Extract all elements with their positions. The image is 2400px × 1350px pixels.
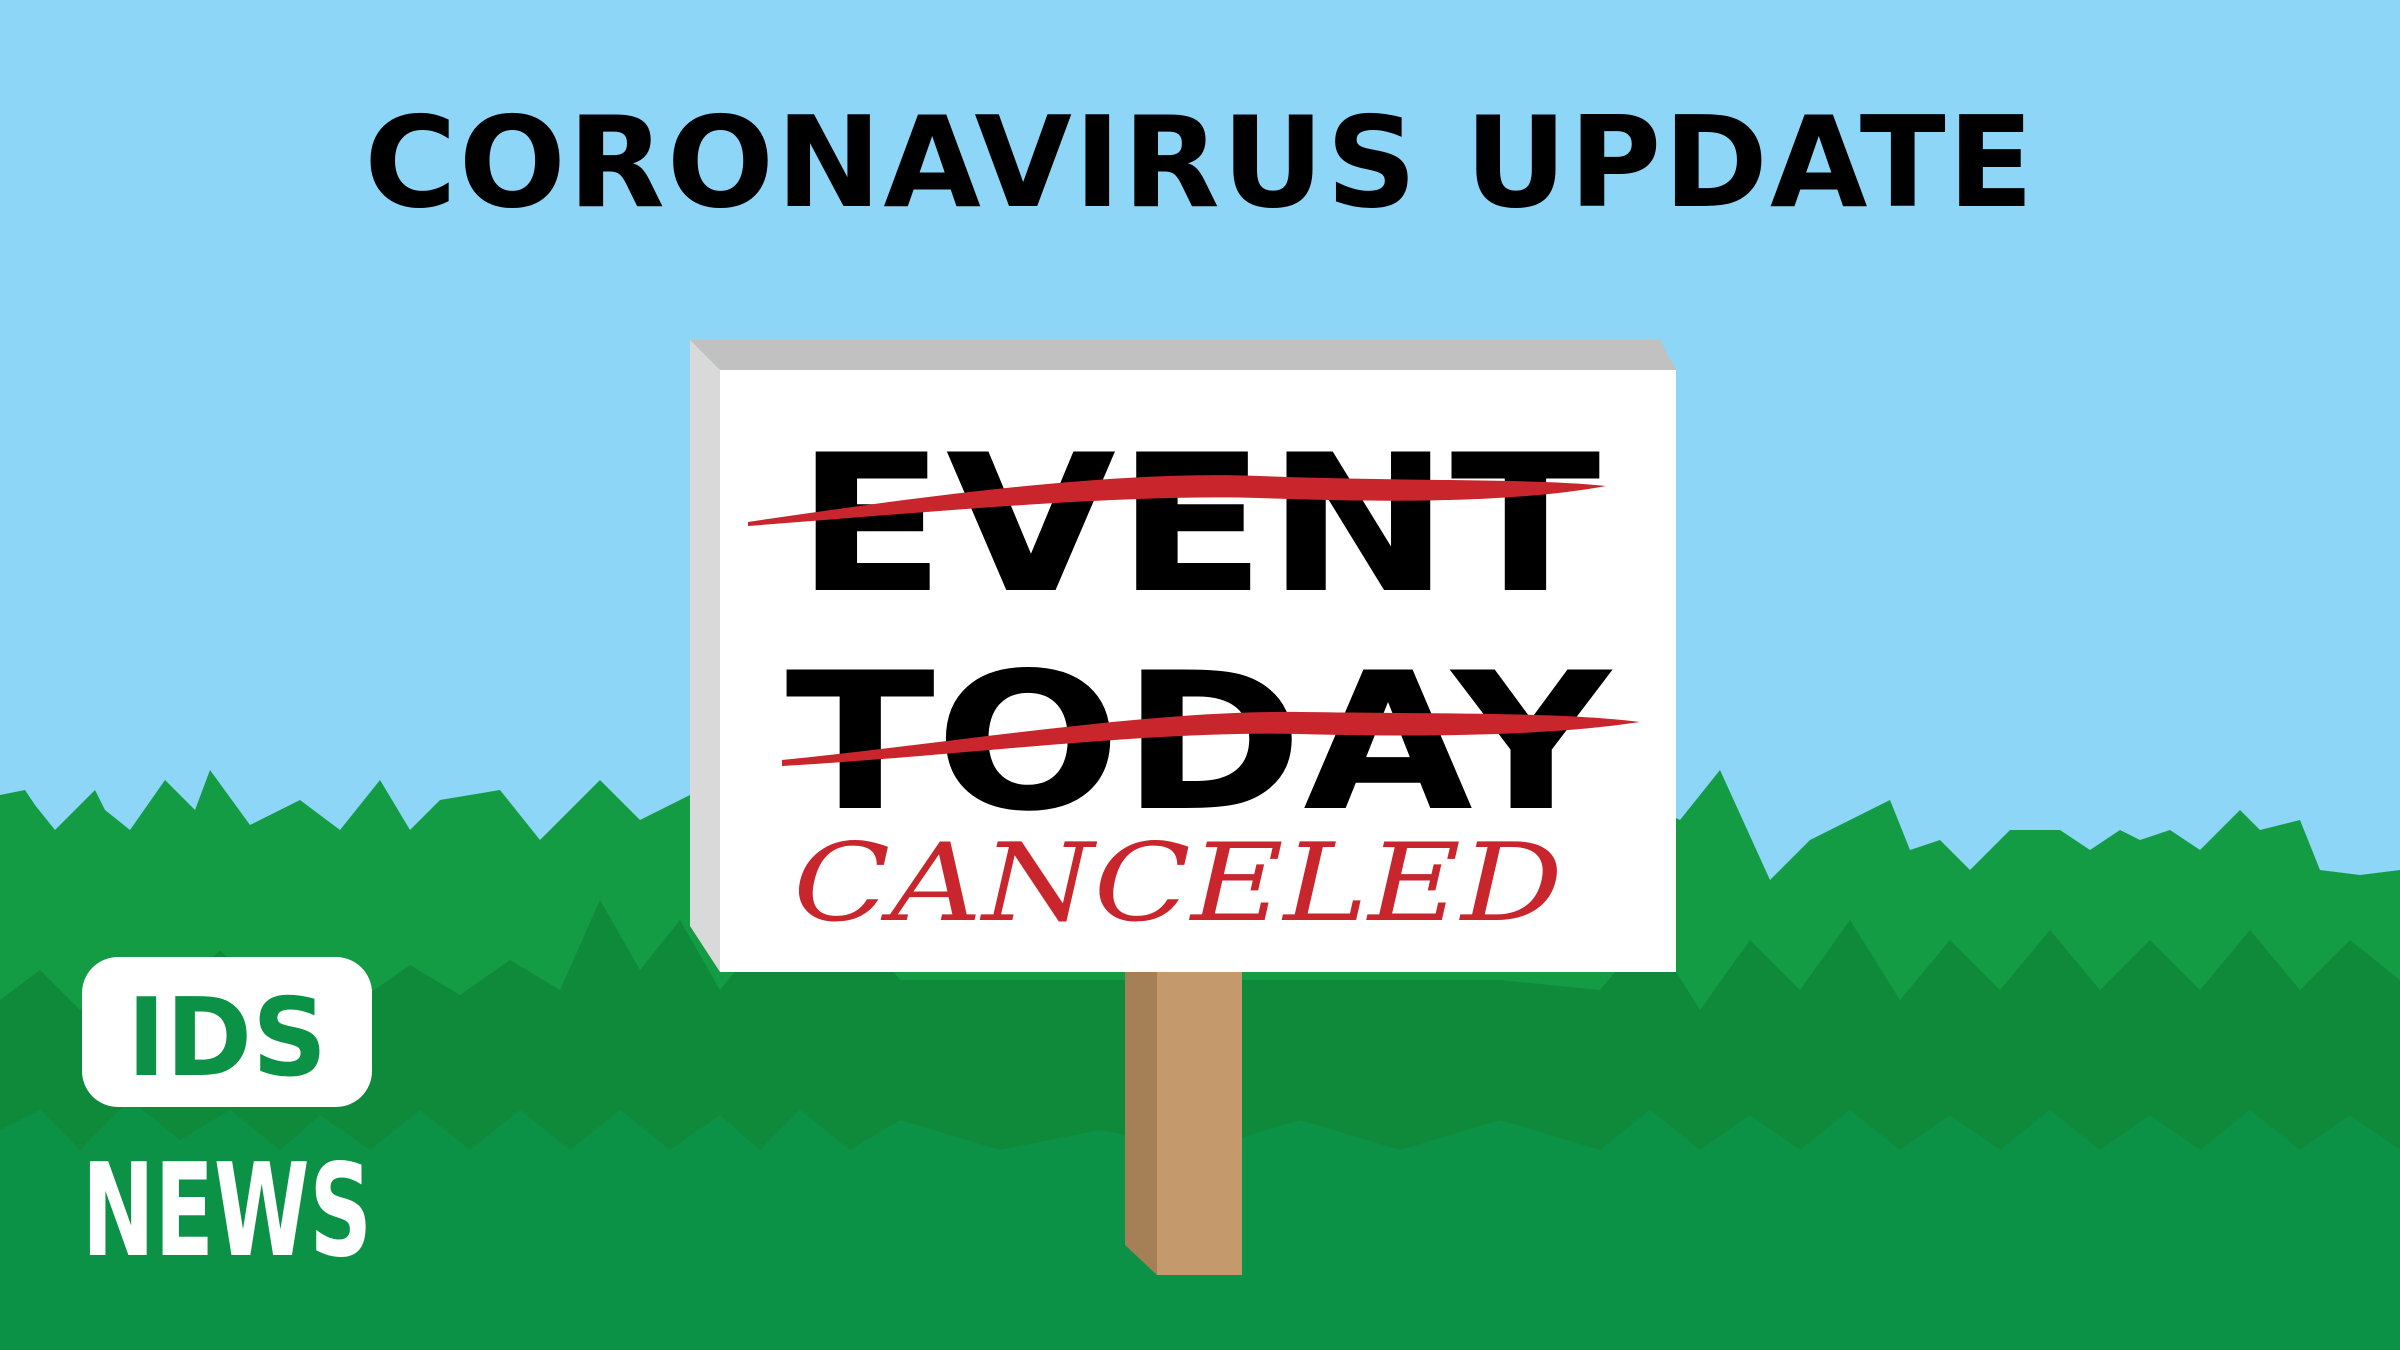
sign-side-edge bbox=[690, 340, 720, 972]
sign-line-today: TODAY bbox=[786, 632, 1614, 853]
headline: CORONAVIRUS UPDATE bbox=[364, 89, 2036, 236]
sign-canceled-stamp: CANCELED bbox=[793, 821, 1563, 946]
sign-post bbox=[1157, 960, 1242, 1275]
sign-post-shadow bbox=[1125, 960, 1157, 1275]
logo-wordmark: NEWS bbox=[82, 1137, 372, 1286]
logo-badge-text: IDS bbox=[127, 976, 327, 1101]
scene: EVENT TODAY CANCELED IDS NEWS CORONAVIRU… bbox=[0, 0, 2400, 1350]
sign-top-edge bbox=[690, 340, 1676, 370]
sign-line-event: EVENT bbox=[796, 414, 1601, 635]
